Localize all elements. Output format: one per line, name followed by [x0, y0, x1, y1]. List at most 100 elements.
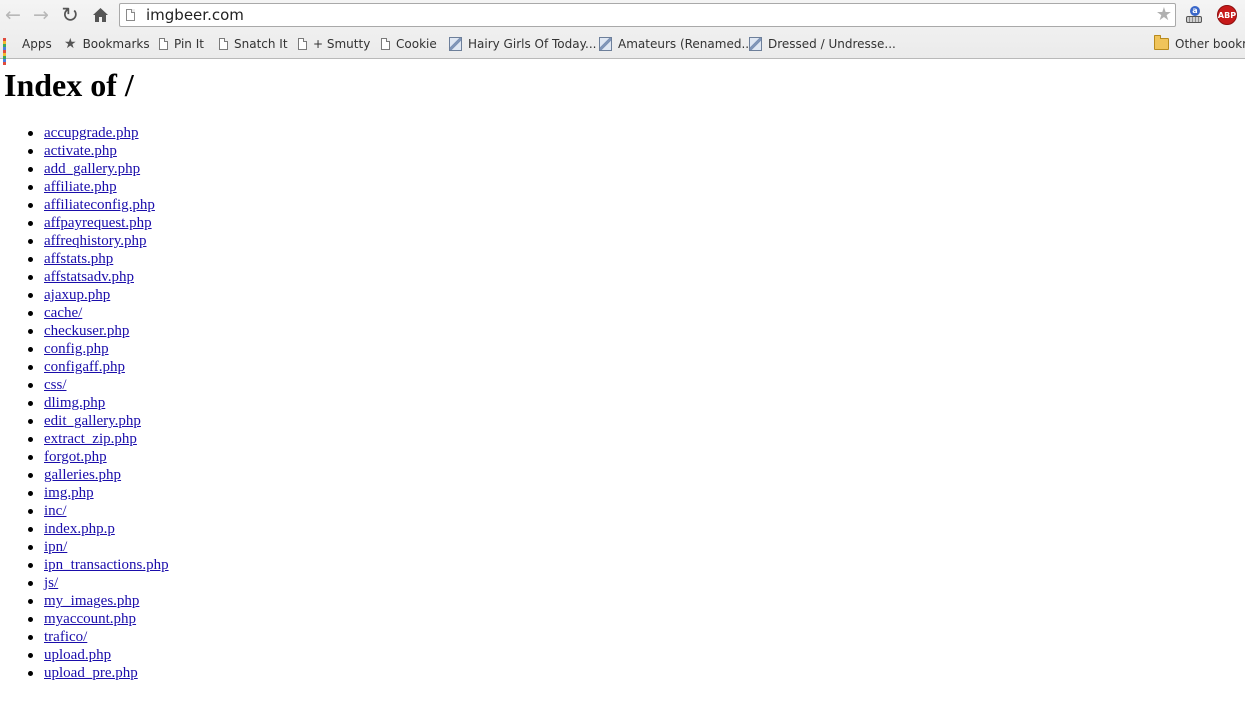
browser-toolbar: ← → ↻ imgbeer.com ★ a ABP [0, 0, 1245, 31]
adblock-plus-icon[interactable]: ABP [1216, 4, 1238, 26]
extension-scale-icon[interactable]: a [1183, 4, 1205, 26]
file-link[interactable]: ajaxup.php [44, 287, 110, 303]
adblock-plus-badge: ABP [1217, 5, 1237, 25]
file-link[interactable]: ipn/ [44, 539, 67, 555]
list-item: inc/ [28, 502, 169, 520]
list-item: myaccount.php [28, 610, 169, 628]
list-item: ajaxup.php [28, 286, 169, 304]
list-item: upload.php [28, 646, 169, 664]
bookmark-label: Pin It [174, 37, 204, 51]
file-link[interactable]: configaff.php [44, 359, 125, 375]
list-item: affstats.php [28, 250, 169, 268]
file-link[interactable]: ipn_transactions.php [44, 557, 169, 573]
list-item: forgot.php [28, 448, 169, 466]
back-arrow-icon[interactable]: ← [2, 4, 24, 26]
file-link[interactable]: myaccount.php [44, 611, 136, 627]
list-item: cache/ [28, 304, 169, 322]
file-link[interactable]: forgot.php [44, 449, 107, 465]
image-thumbnail-icon [599, 37, 612, 51]
bookmark-star-icon[interactable]: ★ [1156, 5, 1172, 25]
file-link[interactable]: index.php.p [44, 521, 115, 537]
bookmark-label: Cookie [396, 37, 437, 51]
file-link[interactable]: my_images.php [44, 593, 139, 609]
file-link[interactable]: checkuser.php [44, 323, 129, 339]
file-link[interactable]: extract_zip.php [44, 431, 137, 447]
page-title: Index of / [4, 67, 134, 103]
file-link[interactable]: add_gallery.php [44, 161, 140, 177]
browser-chrome: ← → ↻ imgbeer.com ★ a ABP Apps ★ Bookmar… [0, 0, 1245, 65]
list-item: configaff.php [28, 358, 169, 376]
bookmark-cookie[interactable]: Cookie [381, 35, 437, 53]
bookmark-apps[interactable]: Apps [3, 35, 52, 65]
list-item: accupgrade.php [28, 124, 169, 142]
file-link[interactable]: affpayrequest.php [44, 215, 152, 231]
list-item: dlimg.php [28, 394, 169, 412]
file-link[interactable]: js/ [44, 575, 58, 591]
list-item: css/ [28, 376, 169, 394]
list-item: activate.php [28, 142, 169, 160]
list-item: add_gallery.php [28, 160, 169, 178]
list-item: affiliateconfig.php [28, 196, 169, 214]
file-link[interactable]: upload.php [44, 647, 111, 663]
list-item: ipn/ [28, 538, 169, 556]
bookmark-label: + Smutty [313, 37, 371, 51]
bookmark-label: Dressed / Undresse... [768, 37, 896, 51]
home-icon-svg [92, 8, 108, 22]
image-thumbnail-icon [749, 37, 762, 51]
url-text[interactable]: imgbeer.com [146, 6, 244, 24]
file-link[interactable]: galleries.php [44, 467, 121, 483]
file-link[interactable]: affstatsadv.php [44, 269, 134, 285]
extension-badge: a [1190, 6, 1200, 16]
bookmark-hairy-girls[interactable]: Hairy Girls Of Today... [449, 35, 596, 53]
directory-listing: accupgrade.php activate.php add_gallery.ph… [28, 124, 169, 682]
file-link[interactable]: upload_pre.php [44, 665, 138, 681]
bookmark-label: Snatch It [234, 37, 288, 51]
file-link[interactable]: cache/ [44, 305, 82, 321]
bookmarks-bar: Apps ★ Bookmarks Pin It Snatch It + Smut… [0, 31, 1245, 65]
bookmark-dressed-undressed[interactable]: Dressed / Undresse... [749, 35, 896, 53]
forward-arrow-icon[interactable]: → [30, 4, 52, 26]
apps-grid-icon [3, 37, 16, 65]
file-link[interactable]: affstats.php [44, 251, 113, 267]
file-link[interactable]: accupgrade.php [44, 125, 139, 141]
file-link[interactable]: activate.php [44, 143, 117, 159]
file-link[interactable]: edit_gallery.php [44, 413, 141, 429]
list-item: ipn_transactions.php [28, 556, 169, 574]
image-thumbnail-icon [449, 37, 462, 51]
list-item: extract_zip.php [28, 430, 169, 448]
bookmark-label: Bookmarks [82, 37, 150, 51]
list-item: checkuser.php [28, 322, 169, 340]
file-link[interactable]: dlimg.php [44, 395, 105, 411]
bookmark-label: Hairy Girls Of Today... [468, 37, 597, 51]
list-item: img.php [28, 484, 169, 502]
file-link[interactable]: affiliate.php [44, 179, 117, 195]
bookmark-pin-it[interactable]: Pin It [159, 35, 204, 53]
other-bookmarks-folder[interactable]: Other bookm [1154, 35, 1245, 53]
page-content: Index of / accupgrade.php activate.php add… [0, 58, 1245, 724]
bookmark-snatch-it[interactable]: Snatch It [219, 35, 288, 53]
file-link[interactable]: inc/ [44, 503, 67, 519]
list-item: config.php [28, 340, 169, 358]
list-item: upload_pre.php [28, 664, 169, 682]
bookmark-label: Amateurs (Renamed... [618, 37, 753, 51]
list-item: affpayrequest.php [28, 214, 169, 232]
file-link[interactable]: css/ [44, 377, 67, 393]
bookmark-smutty[interactable]: + Smutty [298, 35, 370, 53]
folder-icon [1154, 35, 1169, 50]
address-bar[interactable]: imgbeer.com ★ [119, 3, 1176, 27]
file-link[interactable]: img.php [44, 485, 94, 501]
page-icon [126, 9, 135, 21]
other-bookmarks-label: Other bookm [1175, 37, 1245, 51]
file-link[interactable]: affiliateconfig.php [44, 197, 155, 213]
file-link[interactable]: config.php [44, 341, 109, 357]
reload-icon[interactable]: ↻ [59, 4, 81, 26]
file-link[interactable]: affreqhistory.php [44, 233, 146, 249]
file-link[interactable]: trafico/ [44, 629, 87, 645]
list-item: affstatsadv.php [28, 268, 169, 286]
bookmark-bookmarks[interactable]: ★ Bookmarks [64, 35, 150, 53]
list-item: index.php.p [28, 520, 169, 538]
bookmark-amateurs[interactable]: Amateurs (Renamed... [599, 35, 753, 53]
home-icon[interactable] [89, 4, 111, 26]
list-item: js/ [28, 574, 169, 592]
list-item: affiliate.php [28, 178, 169, 196]
